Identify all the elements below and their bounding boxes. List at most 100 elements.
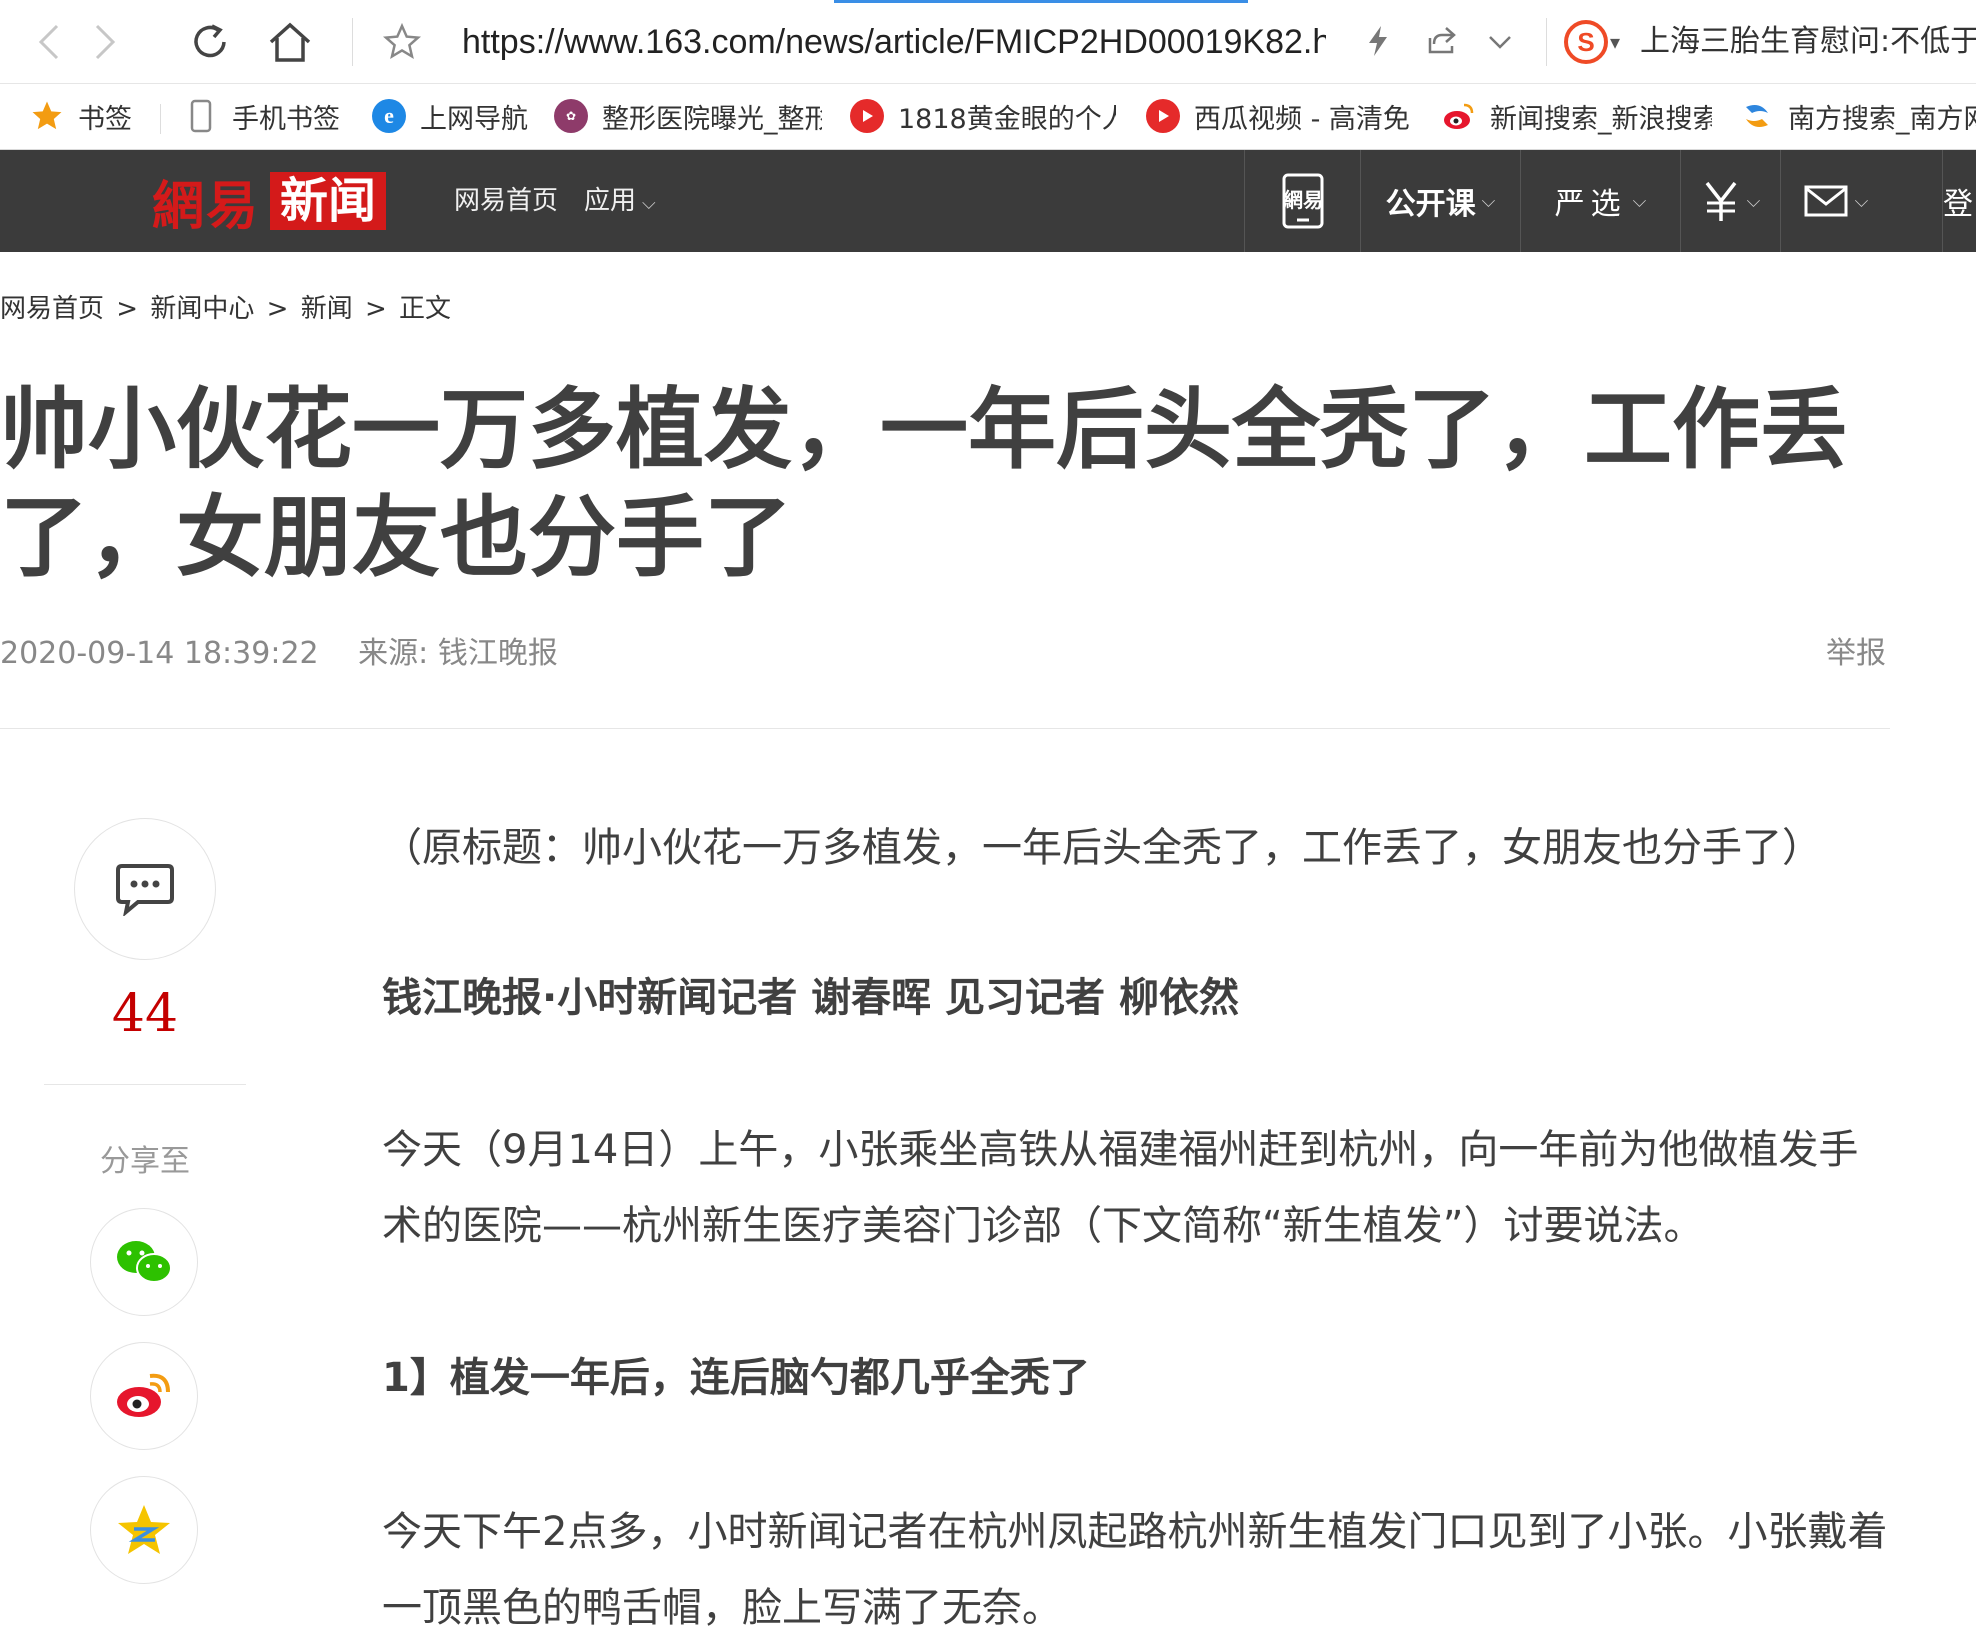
breadcrumb-news[interactable]: 新闻 xyxy=(301,294,353,324)
weibo-icon xyxy=(1442,99,1476,133)
reload-icon xyxy=(194,24,226,58)
lightning-icon[interactable] xyxy=(1360,24,1396,60)
back-button[interactable] xyxy=(22,16,74,68)
logo-news: 新闻 xyxy=(270,172,387,230)
bookmark-label: 新闻搜索_新浪搜索 xyxy=(1490,103,1712,135)
article-byline: 钱江晚报·小时新闻记者 谢春晖 见习记者 柳依然 xyxy=(382,975,1239,1021)
article-paragraph: 今天（9月14日）上午，小张乘坐高铁从福建福州赶到杭州，向一年前为他做植发手术的… xyxy=(382,1127,1859,1249)
comment-icon xyxy=(116,864,174,916)
bookmark-item[interactable]: 南方搜索_南方网 xyxy=(1740,96,1976,136)
yuan-icon xyxy=(1705,181,1737,221)
video-play-icon xyxy=(850,99,884,133)
share-wechat-button[interactable] xyxy=(90,1208,198,1316)
nav-apps-label: 应用 xyxy=(584,186,637,216)
caret-down-icon[interactable]: ▾ xyxy=(1610,30,1620,54)
breadcrumb-current: 正文 xyxy=(399,294,452,324)
article-subheading: 1】植发一年后，连后脑勺都几乎全秃了 xyxy=(382,1355,1090,1401)
breadcrumb-home[interactable]: 网易首页 xyxy=(0,294,104,324)
chevron-down-icon: ⌵ xyxy=(1632,190,1647,212)
mobile-app-button[interactable]: 網易 xyxy=(1244,150,1360,252)
chevron-left-icon xyxy=(38,24,59,60)
url-field[interactable]: https://www.163.com/news/article/FMICP2H… xyxy=(462,20,1326,64)
phone-icon xyxy=(184,99,218,133)
chevron-down-icon: ⌵ xyxy=(1854,190,1869,212)
star-outline-icon xyxy=(382,22,422,59)
divider xyxy=(44,1084,246,1085)
wechat-icon xyxy=(117,1241,172,1283)
reload-button[interactable] xyxy=(184,16,236,68)
logo-netease: 網易 xyxy=(152,175,261,237)
chevron-down-icon: ⌵ xyxy=(642,193,656,214)
share-weibo-button[interactable] xyxy=(90,1342,198,1450)
open-course-label: 公开课 xyxy=(1385,187,1476,222)
article-paragraph: 今天下午2点多，小时新闻记者在杭州凤起路杭州新生植发门口见到了小张。小张戴着一顶… xyxy=(382,1509,1888,1628)
browser-address-bar: https://www.163.com/news/article/FMICP2H… xyxy=(0,0,1976,84)
mail-menu[interactable]: ⌵ xyxy=(1780,150,1890,252)
bookmark-label: 整形医院曝光_整形 xyxy=(602,103,822,135)
weibo-icon xyxy=(117,1373,170,1417)
article-title: 帅小伙花一万多植发，一年后头全秃了，工作丢了，女朋友也分手了 xyxy=(0,378,1849,589)
divider xyxy=(352,18,353,66)
yanxuan-label: 严选 xyxy=(1554,187,1627,222)
bookmark-label: 西瓜视频 - 高清免 xyxy=(1194,103,1410,135)
login-link[interactable]: 登 xyxy=(1942,150,1976,252)
bookmark-label: 上网导航 xyxy=(420,103,528,135)
comment-count[interactable]: 44 xyxy=(74,984,216,1044)
divider xyxy=(160,104,161,134)
nanfang-icon xyxy=(1740,99,1774,133)
mobile-app-label: 網易 xyxy=(1283,188,1323,212)
video-play-icon xyxy=(1146,99,1180,133)
breadcrumb-separator: > xyxy=(116,294,139,324)
report-link[interactable]: 举报 xyxy=(1826,628,1886,672)
breadcrumb: 网易首页 > 新闻中心 > 新闻 > 正文 xyxy=(0,288,455,325)
search-suggestion[interactable]: 上海三胎生育慰问:不低于1 xyxy=(1640,22,1976,62)
star-icon xyxy=(30,99,64,133)
bookmark-folder[interactable]: 书签 xyxy=(30,96,150,136)
ie-icon: e xyxy=(372,99,406,133)
qzone-icon xyxy=(118,1505,170,1554)
divider xyxy=(0,728,1890,729)
chevron-down-icon: ⌵ xyxy=(1746,190,1761,212)
clinic-icon: ✿ xyxy=(554,99,588,133)
forward-button[interactable] xyxy=(80,16,132,68)
bookmark-label: 1818黄金眼的个人 xyxy=(898,103,1116,135)
home-icon xyxy=(269,22,311,62)
bookmark-item[interactable]: 新闻搜索_新浪搜索 xyxy=(1442,96,1712,136)
article-paragraph: （原标题：帅小伙花一万多植发，一年后头全秃了，工作丢了，女朋友也分手了） xyxy=(382,825,1822,871)
article-date: 2020-09-14 18:39:22 xyxy=(0,636,319,671)
bookmark-label: 南方搜索_南方网 xyxy=(1788,103,1976,135)
bookmark-label: 书签 xyxy=(78,103,132,135)
bookmark-label: 手机书签 xyxy=(232,103,340,135)
bookmark-mobile[interactable]: 手机书签 xyxy=(184,96,354,136)
bookmarks-bar: 书签 手机书签 e 上网导航 ✿ 整形医院曝光_整形 1818黄金眼的个人 西瓜… xyxy=(0,84,1976,150)
bookmark-item[interactable]: ✿ 整形医院曝光_整形 xyxy=(554,96,822,136)
favorite-button[interactable] xyxy=(376,16,428,68)
nav-apps-menu[interactable]: 应用 ⌵ xyxy=(584,180,656,225)
open-course-menu[interactable]: 公开课 ⌵ xyxy=(1360,150,1520,252)
comment-button[interactable] xyxy=(74,818,216,960)
breadcrumb-separator: > xyxy=(364,294,387,324)
chevron-right-icon xyxy=(95,24,116,60)
share-label: 分享至 xyxy=(100,1144,190,1179)
bookmark-item[interactable]: e 上网导航 xyxy=(372,96,536,136)
yanxuan-menu[interactable]: 严选 ⌵ xyxy=(1520,150,1680,252)
payment-menu[interactable]: ⌵ xyxy=(1680,150,1780,252)
page-load-progress xyxy=(834,0,1248,3)
site-header: 網易 新闻 网易首页 应用 ⌵ 網易 公开课 ⌵ 严选 ⌵ ⌵ ⌵ 登 xyxy=(0,150,1976,252)
netease-news-logo[interactable]: 網易 新闻 xyxy=(152,170,387,237)
divider xyxy=(1546,18,1547,66)
bookmark-item[interactable]: 西瓜视频 - 高清免 xyxy=(1146,96,1412,136)
mail-icon xyxy=(1804,185,1848,217)
nav-home-link[interactable]: 网易首页 xyxy=(454,180,558,222)
chevron-down-icon: ⌵ xyxy=(1481,190,1496,212)
share-page-icon[interactable] xyxy=(1424,24,1460,60)
chevron-down-icon[interactable] xyxy=(1482,24,1518,60)
breadcrumb-news-center[interactable]: 新闻中心 xyxy=(150,294,254,324)
article-meta: 2020-09-14 18:39:22 来源: 钱江晚报 xyxy=(0,628,558,672)
bookmark-item[interactable]: 1818黄金眼的个人 xyxy=(850,96,1116,136)
breadcrumb-separator: > xyxy=(266,294,289,324)
article-source[interactable]: 来源: 钱江晚报 xyxy=(358,636,558,671)
home-button[interactable] xyxy=(264,16,316,68)
sogou-search-icon[interactable]: S xyxy=(1564,20,1608,64)
share-qzone-button[interactable] xyxy=(90,1476,198,1584)
